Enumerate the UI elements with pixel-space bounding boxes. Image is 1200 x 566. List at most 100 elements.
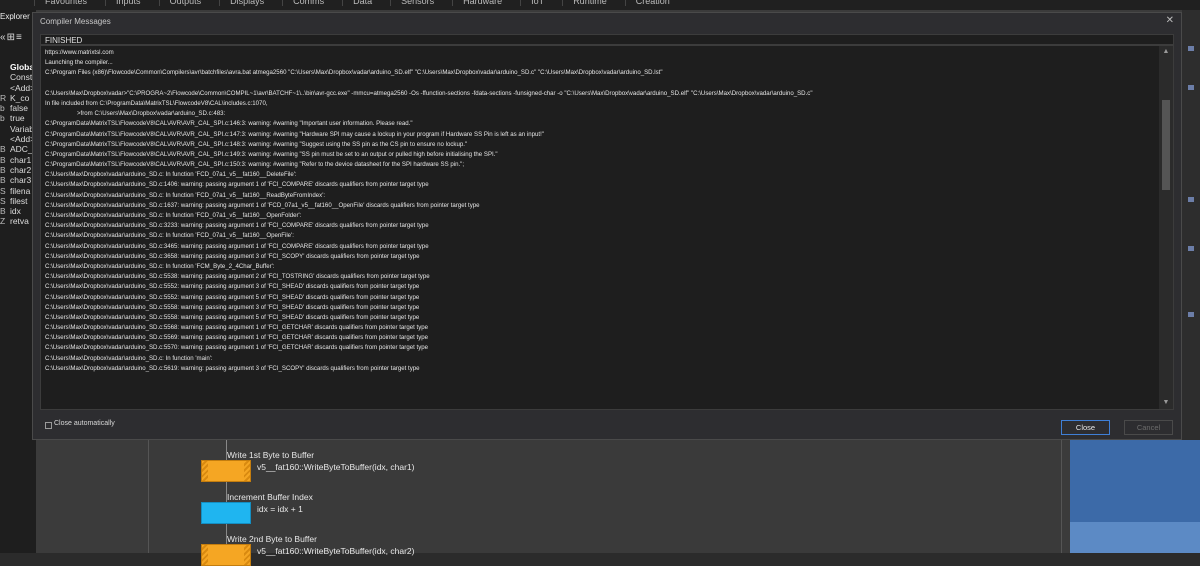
component-macro-block[interactable] [201,460,251,482]
explorer-item[interactable]: <Add> [0,83,36,93]
explorer-item[interactable]: B ADC_ [0,144,36,154]
log-line: C:\Users\Max\Dropbox\vadar\arduino_SD.c:… [45,171,297,179]
explorer-tree: GlobalsConstants<Add>RK_cobfalsebtrueVar… [0,62,36,227]
ribbon-menu-item[interactable]: Sensors [390,0,444,6]
explorer-item[interactable]: Globals [0,62,36,72]
chevron-up-icon[interactable]: ▲ [1159,46,1173,58]
log-line: C:\Users\Max\Dropbox\vadar\arduino_SD.c:… [45,273,430,281]
variable-type-icon: Z [0,216,6,227]
close-button[interactable]: Close [1061,420,1110,435]
cancel-button[interactable]: Cancel [1124,420,1173,435]
variable-type-icon: S [0,195,6,206]
ribbon-menu-item[interactable]: Inputs [105,0,151,6]
ribbon-menu-item[interactable]: Comms [282,0,334,6]
tree-icon[interactable]: ⊞ [7,32,15,43]
project-explorer: Explorer « ⊞ ≡ GlobalsConstants<Add>RK_c… [0,10,36,553]
marker [1188,312,1194,317]
close-automatically-label: Close automatically [54,420,115,427]
log-line: C:\Users\Max\Dropbox\vadar\arduino_SD.c:… [45,313,420,321]
explorer-item[interactable]: b true [0,113,36,123]
explorer-item[interactable]: Bchar2 [0,165,36,175]
log-line: C:\Users\Max\Dropbox\vadar\arduino_SD.c:… [45,212,302,219]
variable-type-icon: B [0,154,6,165]
explorer-item[interactable]: R K_co [0,93,36,103]
explorer-item[interactable]: Constants [0,72,36,82]
log-line: C:\ProgramData\MatrixTSL\FlowcodeV8\CAL\… [45,140,468,148]
explorer-item-label: char1 [10,154,32,165]
marker [1188,197,1194,202]
calculation-block[interactable] [201,502,251,524]
explorer-item[interactable]: Sfilest [0,196,36,206]
dialog-title: Compiler Messages [40,17,111,26]
explorer-item[interactable]: Bchar1 [0,155,36,165]
log-line: C:\Users\Max\Dropbox\vadar>"C:\PROGRA~2\… [45,89,813,97]
ribbon-menu-item[interactable]: Data [342,0,382,6]
compiler-messages-dialog: Compiler Messages ✕ FINISHED https://www… [32,12,1182,440]
log-line: Launching the compiler... [45,59,113,67]
explorer-item[interactable]: Bchar3 [0,175,36,185]
toolbar-ribbon: Favourites Inputs Outputs Displays Comms Data… [0,0,1200,10]
log-line: https://www.matrixtsl.com [45,49,114,56]
flow-block-label: Increment Buffer Index [227,492,313,502]
compiler-log[interactable]: https://www.matrixtsl.com Launching the c… [40,45,1174,410]
variable-type-icon: B [0,206,6,217]
flow-block-label: Write 2nd Byte to Buffer [227,534,317,544]
right-pane-stripe [1070,522,1200,553]
variable-type-icon: B [0,164,6,175]
chevron-down-icon[interactable]: ▼ [1159,397,1173,409]
flow-block-expression: idx = idx + 1 [257,504,303,514]
close-icon[interactable]: ✕ [1166,15,1174,26]
marker [1188,85,1194,90]
ribbon-menu-item[interactable]: Hardware [452,0,512,6]
component-macro-block[interactable] [201,544,251,566]
explorer-item-label: false [10,103,28,114]
ribbon-menu-item[interactable]: Creation [624,0,680,6]
collapse-icon[interactable]: « [0,32,6,43]
variable-type-icon: b [0,113,5,124]
explorer-item-label: retva [10,216,29,227]
ribbon-menu-item[interactable]: Favourites [34,0,97,6]
log-line: C:\ProgramData\MatrixTSL\FlowcodeV8\CAL\… [45,130,544,138]
right-pane [1070,440,1200,553]
ribbon-menu-item[interactable]: Displays [219,0,274,6]
close-automatically-checkbox[interactable] [45,422,52,429]
explorer-item-label: char2 [10,164,32,175]
log-line: C:\Users\Max\Dropbox\vadar\arduino_SD.c:… [45,252,420,260]
log-line: C:\Users\Max\Dropbox\vadar\arduino_SD.c:… [45,344,429,352]
explorer-item[interactable]: <Add> [0,134,36,144]
explorer-item[interactable]: Zretva [0,216,36,226]
explorer-item[interactable]: Sfilena [0,186,36,196]
scrollbar-thumb[interactable] [1162,100,1170,190]
explorer-item-label: true [10,113,25,124]
list-icon[interactable]: ≡ [16,32,22,43]
log-line: C:\Users\Max\Dropbox\vadar\arduino_SD.c:… [45,232,294,240]
explorer-item-label: filest [10,195,28,206]
log-line: C:\Users\Max\Dropbox\vadar\arduino_SD.c:… [45,324,429,332]
log-line: C:\Users\Max\Dropbox\vadar\arduino_SD.c:… [45,364,420,372]
log-line: C:\Users\Max\Dropbox\vadar\arduino_SD.c:… [45,242,429,250]
log-scrollbar[interactable]: ▲ ▼ [1159,46,1173,409]
log-line: C:\Users\Max\Dropbox\vadar\arduino_SD.c:… [45,191,326,199]
explorer-toolbar: « ⊞ ≡ [0,32,22,43]
marker [1188,46,1194,51]
explorer-title: Explorer [0,12,30,21]
explorer-item-label: filena [10,185,31,196]
log-line: C:\ProgramData\MatrixTSL\FlowcodeV8\CAL\… [45,161,465,169]
log-line: C:\Users\Max\Dropbox\vadar\arduino_SD.c:… [45,283,420,291]
log-line: C:\Users\Max\Dropbox\vadar\arduino_SD.c:… [45,293,420,301]
log-line: C:\ProgramData\MatrixTSL\FlowcodeV8\CAL\… [45,150,498,158]
explorer-item[interactable]: b false [0,103,36,113]
ribbon-menu-item[interactable]: Runtime [562,0,617,6]
log-line: >from C:\Users\Max\Dropbox\vadar\arduino… [77,110,226,118]
log-line: C:\Users\Max\Dropbox\vadar\arduino_SD.c:… [45,181,429,189]
explorer-item[interactable]: Bidx [0,206,36,216]
explorer-item[interactable]: Variables [0,124,36,134]
ribbon-menu-item[interactable]: IoT [520,0,554,6]
variable-type-icon: S [0,185,6,196]
variable-type-icon: B [0,144,6,155]
ribbon-menu-item[interactable]: Outputs [158,0,212,6]
log-line: C:\ProgramData\MatrixTSL\FlowcodeV8\CAL\… [45,120,413,128]
log-line: C:\Program Files (x86)\Flowcode\Common\C… [45,69,663,77]
log-line: C:\Users\Max\Dropbox\vadar\arduino_SD.c:… [45,334,429,342]
